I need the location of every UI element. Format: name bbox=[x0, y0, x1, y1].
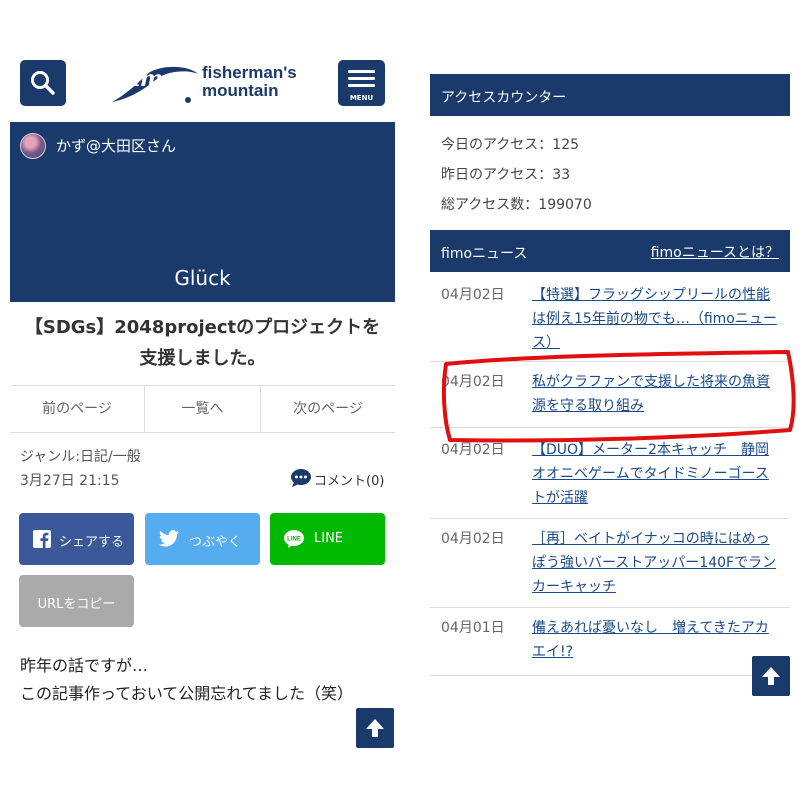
news-item[interactable]: 04月01日 備えあれば憂いなし 増えてきたアカエイ!? bbox=[430, 608, 790, 676]
hamburger-icon bbox=[348, 70, 375, 73]
blog-author[interactable]: かず@大田区さん bbox=[56, 135, 176, 156]
back-to-top-button[interactable] bbox=[752, 656, 790, 696]
facebook-icon bbox=[33, 530, 51, 548]
news-title-link[interactable]: 【DUO】メーター2本キャッチ 静岡オオニベゲームでタイドミノーゴーストが活躍 bbox=[532, 438, 778, 510]
access-yesterday: 昨日のアクセス：33 bbox=[441, 167, 571, 183]
logo-mark: fimo bbox=[124, 66, 177, 92]
logo-line-2: mountain bbox=[202, 81, 279, 100]
menu-label: MENU bbox=[349, 94, 374, 102]
red-highlight-annotation bbox=[441, 350, 796, 443]
news-date: 04月02日 bbox=[441, 287, 505, 303]
comment-bubble-icon bbox=[291, 469, 311, 487]
back-to-top-button[interactable] bbox=[356, 708, 394, 748]
copy-url-button[interactable]: URLをコピー bbox=[19, 575, 134, 627]
article-pager: 前のページ 一覧へ 次のページ bbox=[10, 385, 395, 433]
screenshot-stage: fimo fisherman's mountain MENU かず@大田区さん … bbox=[0, 0, 800, 800]
blog-article-panel: fimo fisherman's mountain MENU かず@大田区さん … bbox=[10, 0, 395, 800]
news-item[interactable]: 04月02日 【特選】フラッグシップリールの性能は例え15年前の物でも…（fim… bbox=[430, 275, 790, 362]
news-date: 04月01日 bbox=[441, 620, 505, 636]
line-icon: LINE bbox=[284, 530, 304, 548]
facebook-share-label: シェアする bbox=[59, 535, 125, 550]
news-title-link[interactable]: 備えあれば憂いなし 増えてきたアカエイ!? bbox=[532, 616, 778, 664]
news-title-link[interactable]: 【特選】フラッグシップリールの性能は例え15年前の物でも…（fimoニュース） bbox=[532, 283, 778, 355]
article-body-line: この記事作っておいて公開忘れてました（笑） bbox=[20, 684, 353, 703]
copy-url-label: URLをコピー bbox=[37, 597, 116, 612]
svg-text:LINE: LINE bbox=[287, 537, 301, 543]
search-icon bbox=[31, 71, 55, 95]
arrow-up-icon bbox=[366, 719, 384, 737]
fimo-news-about-link[interactable]: fimoニュースとは？ bbox=[651, 242, 779, 262]
logo-line-1: fisherman's bbox=[202, 63, 297, 82]
twitter-share-button[interactable]: つぶやく bbox=[145, 513, 260, 565]
article-body-line: 昨年の話ですが… bbox=[20, 656, 149, 675]
twitter-share-label: つぶやく bbox=[189, 535, 242, 550]
site-header: fimo fisherman's mountain MENU bbox=[10, 0, 395, 122]
article-date: 3月27日 21:15 bbox=[20, 473, 120, 489]
blog-hero: かず@大田区さん Glück bbox=[10, 122, 395, 302]
news-date: 04月02日 bbox=[441, 531, 505, 547]
facebook-share-button[interactable]: シェアする bbox=[19, 513, 134, 565]
comment-count: コメント(0) bbox=[314, 474, 385, 489]
menu-button[interactable]: MENU bbox=[338, 60, 385, 106]
article-genre: ジャンル:日記/一般 bbox=[20, 449, 141, 465]
logo-wordmark: fisherman's mountain bbox=[202, 64, 297, 100]
access-total: 総アクセス数：199070 bbox=[441, 197, 592, 213]
twitter-bird-icon bbox=[159, 530, 179, 547]
next-page-link[interactable]: 次のページ bbox=[261, 386, 395, 432]
access-counter-title: アクセスカウンター bbox=[441, 90, 567, 106]
arrow-up-icon bbox=[762, 667, 780, 685]
fimo-news-title: fimoニュース bbox=[441, 246, 528, 262]
article-title: 【SDGs】2048projectのプロジェクトを 支援しました。 bbox=[24, 317, 381, 369]
blog-title[interactable]: Glück bbox=[10, 266, 395, 290]
site-logo[interactable]: fimo fisherman's mountain bbox=[110, 62, 310, 106]
news-item[interactable]: 04月02日 ［再］ベイトがイナッコの時にはめっぽう強いバーストアッパー140F… bbox=[430, 519, 790, 608]
news-title-link[interactable]: ［再］ベイトがイナッコの時にはめっぽう強いバーストアッパー140Fでランカーキャ… bbox=[532, 527, 778, 599]
access-counter-header: アクセスカウンター bbox=[430, 74, 790, 116]
access-today: 今日のアクセス：125 bbox=[441, 137, 580, 153]
avatar[interactable] bbox=[20, 133, 46, 159]
prev-page-link[interactable]: 前のページ bbox=[10, 386, 144, 432]
fimo-news-header: fimoニュース fimoニュースとは？ bbox=[430, 230, 790, 272]
line-share-button[interactable]: LINE LINE bbox=[270, 513, 385, 565]
line-share-label: LINE bbox=[314, 531, 344, 546]
search-button[interactable] bbox=[20, 60, 66, 106]
article-list-link[interactable]: 一覧へ bbox=[144, 386, 261, 432]
